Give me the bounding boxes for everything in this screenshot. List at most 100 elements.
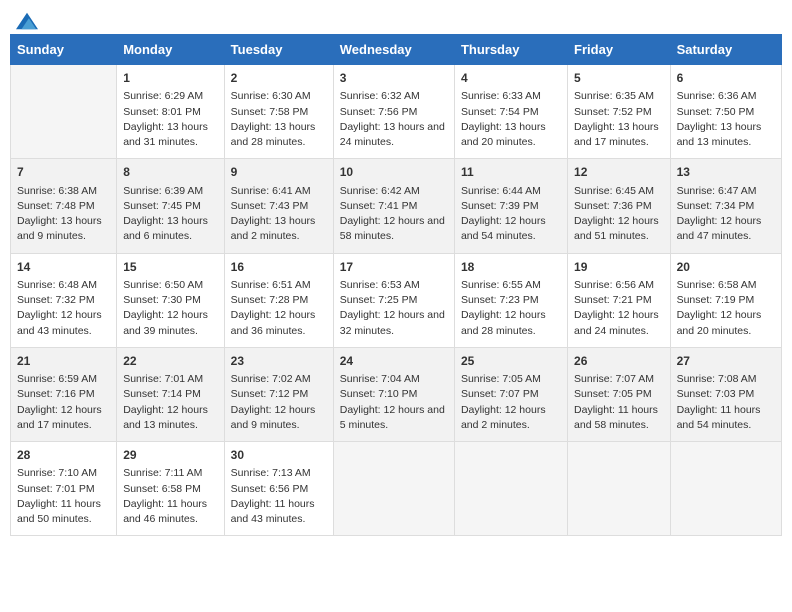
sunrise-line: Sunrise: 6:59 AM xyxy=(17,373,97,385)
sunset-line: Sunset: 7:12 PM xyxy=(231,388,309,400)
day-number: 6 xyxy=(677,70,775,87)
weekday-header: Tuesday xyxy=(224,35,333,65)
calendar-week-row: 7 Sunrise: 6:38 AMSunset: 7:48 PMDaylight… xyxy=(11,159,782,253)
day-number: 22 xyxy=(123,353,217,370)
day-info: Sunrise: 6:32 AMSunset: 7:56 PMDaylight:… xyxy=(340,89,448,150)
daylight-line: Daylight: 12 hours and 36 minutes. xyxy=(231,309,316,336)
day-number: 1 xyxy=(123,70,217,87)
calendar-cell: 21 Sunrise: 6:59 AM Sunset: 7:16 PM Dayligh… xyxy=(11,347,117,441)
calendar-cell: 7 Sunrise: 6:38 AMSunset: 7:48 PMDaylight… xyxy=(11,159,117,253)
daylight-line: Daylight: 12 hours and 17 minutes. xyxy=(17,404,102,431)
day-number: 30 xyxy=(231,447,327,464)
sunset-line: Sunset: 7:34 PM xyxy=(677,200,755,212)
day-number: 20 xyxy=(677,259,775,276)
sunrise-line: Sunrise: 6:41 AM xyxy=(231,185,311,197)
calendar-cell: 12 Sunrise: 6:45 AMSunset: 7:36 PMDayligh… xyxy=(568,159,671,253)
day-info: Sunrise: 6:53 AMSunset: 7:25 PMDaylight:… xyxy=(340,278,448,339)
daylight-line: Daylight: 13 hours and 28 minutes. xyxy=(231,121,316,148)
day-info: Sunrise: 7:08 AMSunset: 7:03 PMDaylight:… xyxy=(677,372,775,433)
day-info: Sunrise: 6:35 AMSunset: 7:52 PMDaylight:… xyxy=(574,89,664,150)
day-number: 13 xyxy=(677,164,775,181)
weekday-header: Monday xyxy=(117,35,224,65)
day-number: 5 xyxy=(574,70,664,87)
daylight-line: Daylight: 13 hours and 2 minutes. xyxy=(231,215,316,242)
sunrise-line: Sunrise: 7:04 AM xyxy=(340,373,420,385)
calendar-cell: 20 Sunrise: 6:58 AMSunset: 7:19 PMDayligh… xyxy=(670,253,781,347)
sunset-line: Sunset: 8:01 PM xyxy=(123,106,201,118)
calendar-cell xyxy=(454,442,567,536)
calendar-cell: 18Sunrise: 6:55 AMSunset: 7:23 PMDayligh… xyxy=(454,253,567,347)
calendar-cell: 6Sunrise: 6:36 AMSunset: 7:50 PMDaylight… xyxy=(670,65,781,159)
calendar-cell: 29Sunrise: 7:11 AMSunset: 6:58 PMDayligh… xyxy=(117,442,224,536)
daylight-line: Daylight: 13 hours and 17 minutes. xyxy=(574,121,659,148)
day-info: Sunrise: 7:11 AMSunset: 6:58 PMDaylight:… xyxy=(123,466,217,527)
weekday-header: Thursday xyxy=(454,35,567,65)
sunrise-line: Sunrise: 6:39 AM xyxy=(123,185,203,197)
day-info: Sunrise: 7:10 AMSunset: 7:01 PMDaylight:… xyxy=(17,466,110,527)
daylight-line: Daylight: 12 hours and 58 minutes. xyxy=(340,215,445,242)
daylight-line: Daylight: 13 hours and 31 minutes. xyxy=(123,121,208,148)
calendar-cell: 26Sunrise: 7:07 AMSunset: 7:05 PMDayligh… xyxy=(568,347,671,441)
daylight-line: Daylight: 11 hours and 54 minutes. xyxy=(677,404,761,431)
day-info: Sunrise: 6:38 AMSunset: 7:48 PMDaylight:… xyxy=(17,184,110,245)
calendar-cell: 11Sunrise: 6:44 AMSunset: 7:39 PMDayligh… xyxy=(454,159,567,253)
sunset-line: Sunset: 7:58 PM xyxy=(231,106,309,118)
sunset-line: Sunset: 7:23 PM xyxy=(461,294,539,306)
sunset-line: Sunset: 7:16 PM xyxy=(17,388,95,400)
daylight-line: Daylight: 12 hours and 43 minutes. xyxy=(17,309,102,336)
day-info: Sunrise: 6:58 AMSunset: 7:19 PMDaylight:… xyxy=(677,278,775,339)
daylight-line: Daylight: 12 hours and 54 minutes. xyxy=(461,215,546,242)
sunrise-line: Sunrise: 6:44 AM xyxy=(461,185,541,197)
calendar-cell: 30Sunrise: 7:13 AMSunset: 6:56 PMDayligh… xyxy=(224,442,333,536)
sunrise-line: Sunrise: 6:58 AM xyxy=(677,279,757,291)
daylight-line: Daylight: 13 hours and 6 minutes. xyxy=(123,215,208,242)
day-number: 7 xyxy=(17,164,110,181)
day-number: 28 xyxy=(17,447,110,464)
sunset-line: Sunset: 7:14 PM xyxy=(123,388,201,400)
day-info: Sunrise: 6:33 AMSunset: 7:54 PMDaylight:… xyxy=(461,89,561,150)
day-number: 21 xyxy=(17,353,110,370)
day-info: Sunrise: 6:45 AMSunset: 7:36 PMDaylight:… xyxy=(574,184,664,245)
daylight-line: Daylight: 12 hours and 51 minutes. xyxy=(574,215,659,242)
day-number: 11 xyxy=(461,164,561,181)
daylight-line: Daylight: 11 hours and 50 minutes. xyxy=(17,498,101,525)
sunset-line: Sunset: 6:58 PM xyxy=(123,483,201,495)
sunset-line: Sunset: 7:32 PM xyxy=(17,294,95,306)
calendar-cell: 10Sunrise: 6:42 AMSunset: 7:41 PMDayligh… xyxy=(333,159,454,253)
sunrise-line: Sunrise: 7:13 AM xyxy=(231,467,311,479)
day-number: 26 xyxy=(574,353,664,370)
day-info: Sunrise: 6:42 AMSunset: 7:41 PMDaylight:… xyxy=(340,184,448,245)
logo-icon xyxy=(16,10,38,32)
calendar-table: SundayMondayTuesdayWednesdayThursdayFrid… xyxy=(10,34,782,536)
daylight-line: Daylight: 12 hours and 47 minutes. xyxy=(677,215,762,242)
sunrise-line: Sunrise: 6:42 AM xyxy=(340,185,420,197)
sunrise-line: Sunrise: 6:38 AM xyxy=(17,185,97,197)
calendar-cell: 3Sunrise: 6:32 AMSunset: 7:56 PMDaylight… xyxy=(333,65,454,159)
sunset-line: Sunset: 7:45 PM xyxy=(123,200,201,212)
sunset-line: Sunset: 7:30 PM xyxy=(123,294,201,306)
day-info: Sunrise: 6:56 AMSunset: 7:21 PMDaylight:… xyxy=(574,278,664,339)
sunrise-line: Sunrise: 6:47 AM xyxy=(677,185,757,197)
daylight-line: Daylight: 12 hours and 32 minutes. xyxy=(340,309,445,336)
sunset-line: Sunset: 7:50 PM xyxy=(677,106,755,118)
sunrise-line: Sunrise: 6:56 AM xyxy=(574,279,654,291)
day-number: 12 xyxy=(574,164,664,181)
sunset-line: Sunset: 7:56 PM xyxy=(340,106,418,118)
daylight-line: Daylight: 13 hours and 13 minutes. xyxy=(677,121,762,148)
sunrise-line: Sunrise: 6:33 AM xyxy=(461,90,541,102)
calendar-cell: 24Sunrise: 7:04 AMSunset: 7:10 PMDayligh… xyxy=(333,347,454,441)
sunrise-line: Sunrise: 6:32 AM xyxy=(340,90,420,102)
day-number: 23 xyxy=(231,353,327,370)
daylight-line: Daylight: 12 hours and 13 minutes. xyxy=(123,404,208,431)
day-info: Sunrise: 6:41 AMSunset: 7:43 PMDaylight:… xyxy=(231,184,327,245)
daylight-line: Daylight: 11 hours and 58 minutes. xyxy=(574,404,658,431)
daylight-line: Daylight: 13 hours and 9 minutes. xyxy=(17,215,102,242)
calendar-cell xyxy=(333,442,454,536)
calendar-cell: 2Sunrise: 6:30 AMSunset: 7:58 PMDaylight… xyxy=(224,65,333,159)
day-info: Sunrise: 6:47 AM Sunset: 7:34 PM Daylight:… xyxy=(677,184,775,245)
calendar-cell: 9Sunrise: 6:41 AMSunset: 7:43 PMDaylight… xyxy=(224,159,333,253)
page-header xyxy=(10,10,782,28)
day-info: Sunrise: 6:39 AM Sunset: 7:45 PM Daylight:… xyxy=(123,184,217,245)
sunset-line: Sunset: 7:10 PM xyxy=(340,388,418,400)
calendar-week-row: 1Sunrise: 6:29 AMSunset: 8:01 PMDaylight… xyxy=(11,65,782,159)
